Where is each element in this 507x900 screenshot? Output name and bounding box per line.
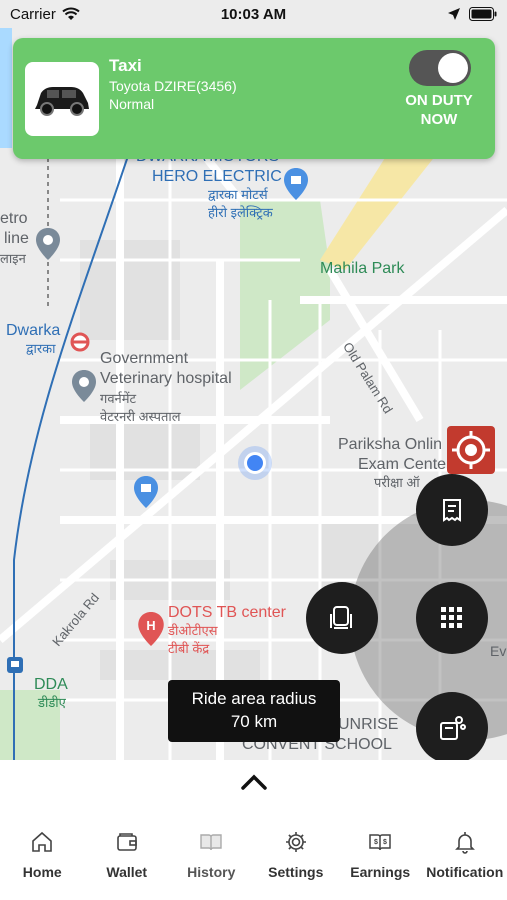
vehicle-status: Normal	[109, 96, 155, 112]
gear-icon	[285, 832, 306, 852]
bus-stop-icon[interactable]	[6, 656, 24, 674]
vehicle-duty-card: Taxi Toyota DZIRE(3456) Normal ON DUTY N…	[13, 38, 495, 159]
shopping-pin-icon[interactable]	[284, 168, 308, 200]
map-label: DDA	[34, 676, 68, 693]
current-location-dot	[244, 452, 266, 474]
tab-bar: Home Wallet History Settings $ $ Earnings…	[0, 830, 507, 890]
map-label: वेटरनरी अस्पताल	[100, 409, 181, 424]
svg-text:H: H	[146, 618, 155, 633]
map-label: टीबी केंद्र	[168, 641, 210, 656]
tab-label: Home	[22, 864, 62, 880]
location-arrow-icon	[448, 8, 460, 20]
duty-label-line2: NOW	[420, 110, 458, 128]
ride-area-label: Ride area radius	[191, 689, 317, 709]
map-label: डीओटीएस	[168, 623, 218, 638]
receipt-button[interactable]	[416, 474, 488, 546]
chevron-up-icon[interactable]	[241, 774, 267, 790]
map-label: द्वारका मोटर्स	[208, 187, 268, 202]
map-label: Government	[100, 350, 189, 367]
home-icon	[32, 831, 53, 852]
map-label: DOTS TB center	[168, 604, 286, 621]
tab-label: History	[187, 864, 236, 880]
map-label: HERO ELECTRIC	[152, 168, 282, 185]
ride-area-radius-box: Ride area radius 70 km	[168, 680, 340, 742]
map-label: परीक्षा ऑ	[374, 475, 420, 490]
carrier-label: Carrier	[10, 5, 56, 23]
hospital-pin-icon[interactable]	[72, 370, 96, 402]
battery-icon	[469, 7, 497, 21]
duty-label-line1: ON DUTY	[405, 92, 473, 109]
receipt-icon	[443, 499, 461, 522]
tab-wallet[interactable]: Wallet	[85, 830, 170, 890]
map-label: Dwarka	[6, 322, 61, 339]
tab-label: Settings	[268, 864, 324, 880]
metro-station-icon[interactable]	[70, 332, 90, 352]
recenter-button[interactable]	[447, 426, 495, 474]
map-label: गवर्नमेंट	[100, 391, 137, 406]
svg-text:$: $	[383, 839, 387, 846]
status-bar: Carrier 10:03 AM	[0, 0, 507, 28]
wallet-icon	[116, 833, 137, 851]
duty-status-label: ON DUTY NOW	[393, 92, 485, 130]
tab-earnings[interactable]: $ $ Earnings	[338, 830, 423, 890]
tab-label: Earnings	[350, 864, 411, 880]
map-label: line	[4, 230, 29, 247]
bell-icon	[454, 832, 475, 854]
car-wash-icon	[440, 716, 466, 740]
bottom-panel: Home Wallet History Settings $ $ Earnings…	[0, 760, 507, 900]
map-label: Exam Cente	[358, 456, 447, 473]
seat-icon	[330, 606, 352, 629]
car-wash-button[interactable]	[416, 692, 488, 764]
book-icon	[200, 834, 222, 851]
tab-notification[interactable]: Notification	[423, 830, 507, 890]
map-label: Mahila Park	[320, 260, 405, 277]
ride-area-value: 70 km	[230, 712, 278, 731]
svg-text:$: $	[374, 839, 378, 846]
tab-label: Notification	[426, 864, 504, 880]
toggle-knob	[438, 53, 468, 83]
map-label: Pariksha Onlin	[338, 436, 443, 453]
map-label: etro	[0, 210, 28, 227]
map-label: द्वारका	[26, 341, 56, 356]
vehicle-type: Taxi	[109, 56, 142, 75]
shopping-pin-icon[interactable]	[134, 476, 158, 508]
seat-button[interactable]	[306, 582, 378, 654]
map-label: डीडीए	[38, 695, 66, 710]
map-label: Veterinary hospital	[100, 370, 232, 387]
map-label: UNRISE	[338, 716, 399, 733]
tab-history[interactable]: History	[169, 830, 254, 890]
grid-icon	[441, 607, 462, 628]
tab-settings[interactable]: Settings	[254, 830, 339, 890]
crosshair-icon	[452, 431, 490, 469]
tab-label: Wallet	[106, 864, 148, 880]
medical-pin-icon[interactable]: H	[138, 612, 164, 646]
map-label: Eve	[490, 643, 507, 659]
map-label: लाइन	[0, 251, 26, 266]
earnings-icon: $ $	[369, 834, 391, 851]
map-label: हीरो इलेक्ट्रिक	[208, 205, 273, 220]
car-icon	[35, 87, 89, 116]
wifi-icon	[62, 7, 80, 20]
duty-toggle[interactable]	[409, 50, 471, 86]
transit-pin-icon[interactable]	[36, 228, 60, 260]
vehicle-model: Toyota DZIRE(3456)	[109, 78, 237, 94]
vehicle-thumbnail	[25, 62, 99, 136]
menu-grid-button[interactable]	[416, 582, 488, 654]
tab-home[interactable]: Home	[0, 830, 85, 890]
